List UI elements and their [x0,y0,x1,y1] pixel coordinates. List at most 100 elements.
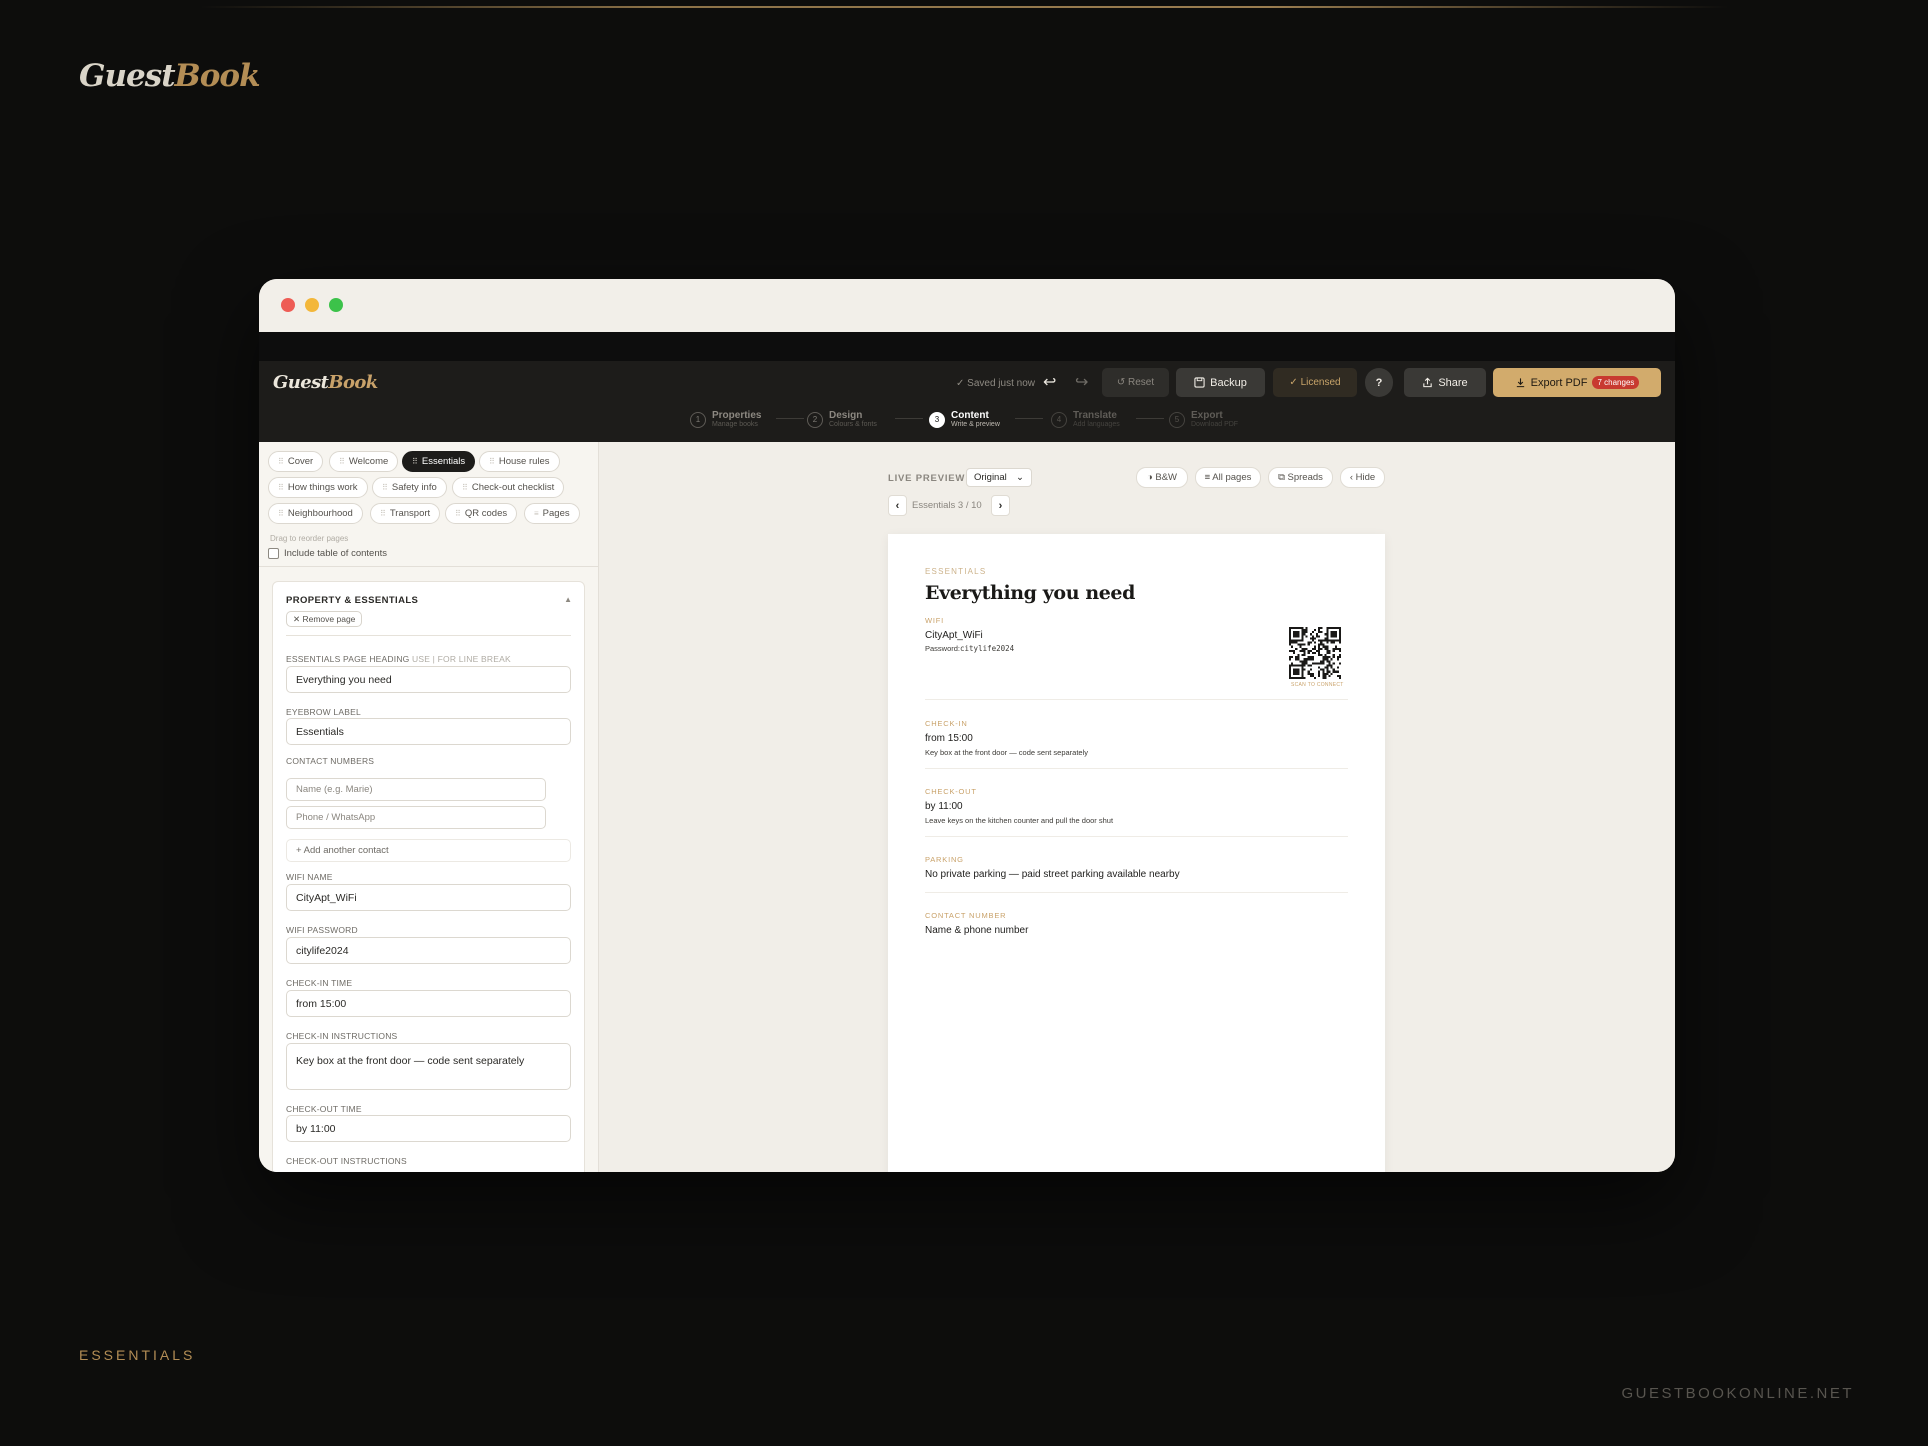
contacts-label: CONTACT NUMBERS [286,756,375,766]
app-header: GuestBook ✓ Saved just now ↩ ↪ ↺ Reset B… [259,361,1675,442]
checkout-time-input[interactable]: by 11:00 [286,1115,571,1142]
drag-hint: Drag to reorder pages [270,534,349,543]
licensed-button[interactable]: ✓ Licensed [1273,368,1357,397]
heading-input[interactable]: Everything you need [286,666,571,693]
step-content[interactable]: 3 Content Write & preview [929,410,1000,429]
all-pages-button[interactable]: ≡ All pages [1195,467,1261,488]
checkin-instructions-textarea[interactable]: Key box at the front door — code sent se… [286,1043,571,1090]
chevron-down-icon: ⌄ [1016,472,1024,483]
step-subtitle: Colours & fonts [829,421,877,428]
checkin-time-label: CHECK-IN TIME [286,978,353,988]
preview-pane: LIVE PREVIEW Original ⌄ ◑ B&W ≡ All pages… [600,442,1675,1172]
toc-checkbox[interactable]: Include table of contents [268,548,387,559]
spreads-button[interactable]: ⧉ Spreads [1268,467,1333,488]
step-number: 4 [1051,411,1067,428]
wifi-password-input[interactable]: citylife2024 [286,937,571,964]
manage-pages-button[interactable]: ≡ Pages [524,503,580,524]
divider [925,892,1348,893]
next-page-button[interactable]: › [991,495,1010,516]
divider [286,635,571,636]
checkbox-box[interactable] [268,548,279,559]
page-tab-label: Transport [389,508,431,519]
contact-phone-input[interactable]: Phone / WhatsApp [286,806,546,829]
step-subtitle: Manage books [712,421,758,428]
step-export[interactable]: 5 Export Download PDF [1169,410,1238,429]
close-window-button[interactable] [281,298,295,312]
drag-handle-icon[interactable]: ⠿ [278,483,284,492]
step-properties[interactable]: 1 Properties Manage books [690,410,761,429]
drag-handle-icon[interactable]: ⠿ [382,483,388,492]
step-translate[interactable]: 4 Translate Add languages [1051,410,1120,429]
step-subtitle: Add languages [1073,421,1120,428]
live-preview-label: LIVE PREVIEW [888,473,966,484]
page-tab-label: Cover [287,456,314,467]
prev-page-button[interactable]: ‹ [888,495,907,516]
maximize-window-button[interactable] [329,298,343,312]
share-icon [1423,377,1433,388]
changes-badge: 7 changes [1592,376,1640,389]
eyebrow-input[interactable]: Essentials [286,718,571,745]
checkout-time-label: CHECK-OUT TIME [286,1104,362,1114]
contact-name-input[interactable]: Name (e.g. Marie) [286,778,546,801]
wifi-password-text: Password:citylife2024 [925,644,1015,653]
drag-handle-icon[interactable]: ⠿ [455,509,461,518]
step-design[interactable]: 2 Design Colours & fonts [807,410,877,429]
drag-handle-icon[interactable]: ⠿ [412,457,418,466]
checkin-instructions-label: CHECK-IN INSTRUCTIONS [286,1031,398,1041]
page-tab-house-rules[interactable]: ⠿ House rules [479,451,560,472]
drag-handle-icon[interactable]: ⠿ [462,483,468,492]
help-button[interactable]: ? [1365,368,1393,397]
wizard-steps: 1 Properties Manage books 2 Design Colours… [259,410,1675,438]
page-tab-label: Welcome [348,456,389,467]
checkout-section-label: CHECK-OUT [925,787,977,796]
checkin-section-label: CHECK-IN [925,719,968,728]
page-tab-label: Essentials [421,456,466,467]
app-logo[interactable]: GuestBook [273,372,378,393]
checkout-instructions-label: CHECK-OUT INSTRUCTIONS [286,1156,407,1166]
heading-label: ESSENTIALS PAGE HEADING USE | FOR LINE B… [286,654,511,664]
page-tab-neighbourhood[interactable]: ⠿ Neighbourhood [268,503,363,524]
checkin-time-input[interactable]: from 15:00 [286,990,571,1017]
redo-icon[interactable]: ↪ [1075,372,1088,392]
page-tab-cover[interactable]: ⠿ Cover [268,451,324,472]
parking-text: No private parking — paid street parking… [925,869,1180,880]
step-number: 2 [807,411,823,428]
collapse-icon[interactable]: ▲ [564,595,572,604]
minimize-window-button[interactable] [305,298,319,312]
page-tab-label: How things work [287,482,358,493]
checkin-note-text: Key box at the front door — code sent se… [925,748,1089,757]
reset-button[interactable]: ↺ Reset [1102,368,1169,397]
hide-preview-button[interactable]: ‹ Hide [1340,467,1385,488]
page-tab-essentials[interactable]: ⠿ Essentials [402,451,476,472]
page-tab-welcome[interactable]: ⠿ Welcome [329,451,399,472]
step-number: 3 [929,411,945,428]
step-title: Design [829,410,863,421]
window-strip [259,332,1675,361]
page-tab-check-out-checklist[interactable]: ⠿ Check-out checklist [452,477,565,498]
wifi-name-input[interactable]: CityApt_WiFi [286,884,571,911]
add-contact-button[interactable]: + Add another contact [286,839,571,862]
preview-mode-select[interactable]: Original ⌄ [966,468,1032,487]
page-tab-how-things-work[interactable]: ⠿ How things work [268,477,368,498]
divider [259,566,598,567]
drag-handle-icon[interactable]: ⠿ [278,509,284,518]
list-icon: ≡ [534,509,539,518]
drag-handle-icon[interactable]: ⠿ [278,457,284,466]
export-pdf-button[interactable]: Export PDF 7 changes [1493,368,1661,397]
drag-handle-icon[interactable]: ⠿ [380,509,386,518]
share-button[interactable]: Share [1404,368,1486,397]
drag-handle-icon[interactable]: ⠿ [489,457,495,466]
page-tab-safety-info[interactable]: ⠿ Safety info [372,477,447,498]
page-tab-label: Neighbourhood [287,508,353,519]
undo-icon[interactable]: ↩ [1043,372,1056,392]
drag-handle-icon[interactable]: ⠿ [339,457,345,466]
toc-label: Include table of contents [284,548,387,559]
page-tab-qr-codes[interactable]: ⠿ QR codes [445,503,518,524]
backup-button[interactable]: Backup [1176,368,1265,397]
app-window: GuestBook ✓ Saved just now ↩ ↪ ↺ Reset B… [259,279,1675,1172]
remove-page-button[interactable]: ✕ Remove page [286,611,363,627]
contact-text: Name & phone number [925,925,1029,936]
wifi-password-label: WIFI PASSWORD [286,925,358,935]
page-tab-transport[interactable]: ⠿ Transport [370,503,441,524]
bw-toggle-button[interactable]: ◑ B&W [1136,467,1188,488]
